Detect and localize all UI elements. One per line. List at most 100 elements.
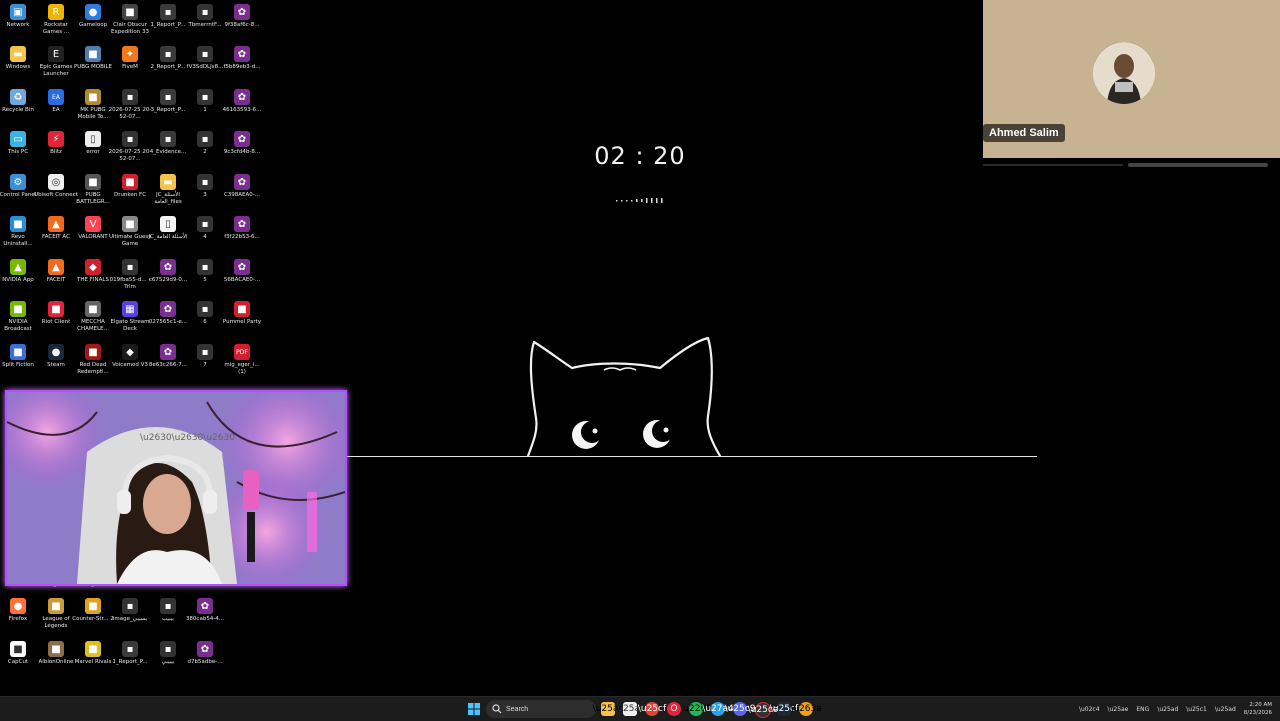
desktop-icon[interactable]: ✦ FiveM [110, 46, 150, 71]
desktop-icon[interactable]: ■ Red Dead Redempti... [73, 344, 113, 376]
desktop-icon-glyph: ▯ [85, 131, 101, 147]
desktop-icon[interactable]: ■ Revo Uninstall... [0, 216, 38, 248]
desktop-icon[interactable]: PDF mig_eger_i... (1) [222, 344, 262, 376]
desktop-icon[interactable]: ■ Pummel Party [222, 301, 262, 326]
chevron-up-icon[interactable]: \u02c4 [1079, 706, 1100, 713]
desktop-icon[interactable]: ◎ Ubisoft Connect [34, 174, 78, 199]
desktop-icon[interactable]: ▲ NVIDIA App [0, 259, 38, 284]
desktop-icon[interactable]: ▪ 2 [185, 131, 225, 156]
desktop-icon[interactable]: ✿ 380cab54-4... [185, 598, 225, 623]
desktop-icon[interactable]: ■ AlbionOnline [36, 641, 76, 666]
desktop-icon[interactable]: ✿ 9f38af6c-8... [222, 4, 262, 29]
steam-icon[interactable]: \u25cf [770, 702, 798, 716]
opera-icon[interactable]: O [667, 702, 681, 716]
desktop-icon[interactable]: ✿ d7b5adbe-... [185, 641, 225, 666]
desktop-icon[interactable]: ▪ fV3SdDLJs8... [185, 46, 225, 71]
desktop-icon[interactable]: ▭ This PC [0, 131, 38, 156]
desktop-icon[interactable]: ▪ 4 [185, 216, 225, 241]
desktop-icon[interactable]: ■ Counter-Str... 2 [72, 598, 114, 623]
desktop-icon[interactable]: ■ Split Fiction [0, 344, 38, 369]
desktop-icon[interactable]: ■ NVIDIA Broadcast [0, 301, 38, 333]
desktop-icon[interactable]: ✿ 56BACAE0-... [222, 259, 262, 284]
desktop-icon[interactable]: ■ MK PUBG Mobile To... [73, 89, 113, 121]
desktop-icon[interactable]: ✿ 8e63c266-7... [148, 344, 188, 369]
desktop-icon[interactable]: ● Steam [36, 344, 76, 369]
desktop-icon[interactable]: ▪ بيبيبي [148, 641, 188, 666]
desktop-icon[interactable]: ⚙ Control Panel [0, 174, 38, 199]
store-icon[interactable]: \u25a6 [614, 702, 646, 716]
desktop-icon[interactable]: ✿ f5b89eb3-d... [222, 46, 262, 71]
desktop-icon[interactable]: ▪ 1_Report_P... [110, 641, 150, 666]
desktop-icon-glyph: ▪ [160, 131, 176, 147]
desktop-icon[interactable]: E Epic Games Launcher [36, 46, 76, 78]
spotify-icon[interactable]: \u2261 [680, 702, 712, 716]
desktop-icon[interactable]: ▪ 3 [185, 174, 225, 199]
desktop-icon[interactable]: ■ Drunken FC [110, 174, 150, 199]
desktop-icon[interactable]: ■ Ultimate Guess Game [109, 216, 151, 248]
desktop-icon[interactable]: ✿ 027565c1-e... [148, 301, 188, 326]
volume-icon[interactable]: \u25c1 [1186, 706, 1207, 713]
desktop-icon[interactable]: ⚡ Blitz [36, 131, 76, 156]
obs-icon[interactable]: \u25ce [748, 702, 778, 718]
desktop-icon[interactable]: ▬ Windows [0, 46, 38, 71]
desktop-icon[interactable]: ✿ c67529d9-0... [148, 259, 188, 284]
taskbar-search[interactable]: Search [486, 700, 596, 718]
desktop-icon[interactable]: ▪ 7 [185, 344, 225, 369]
desktop-icon[interactable]: ▲ FACEIT [36, 259, 76, 284]
desktop-icon-glyph: ■ [122, 174, 138, 190]
desktop-icon[interactable]: ▯ error [73, 131, 113, 156]
taskbar-clock[interactable]: 2:20 AM 8/23/2026 [1244, 701, 1272, 717]
desktop-icon[interactable]: ▪ بيبيب [148, 598, 188, 623]
desktop-icon[interactable]: ▪ 4_Evidence... [148, 131, 188, 156]
desktop-icon[interactable]: ▪ 2026-07-25 20-52-07... [109, 131, 151, 163]
desktop-icon[interactable]: ■ MECCHA CHAMELE... [73, 301, 113, 333]
desktop-icon[interactable]: V VALORANT [73, 216, 113, 241]
desktop-icon-glyph: ▪ [160, 89, 176, 105]
desktop-icon[interactable]: ◆ THE FINALS [73, 259, 113, 284]
cat-illustration [526, 336, 722, 458]
desktop-icon[interactable]: ▪ 2_Report_P... [148, 46, 188, 71]
desktop-icon[interactable]: ▪ 6 [185, 301, 225, 326]
desktop-icon[interactable]: ✿ f3f22b53-6... [222, 216, 262, 241]
desktop-icon[interactable]: ■ PUBG BATTLEGR... [73, 174, 113, 206]
desktop-icon[interactable]: ■ Marvel Rivals [73, 641, 113, 666]
desktop-icon[interactable]: ✿ C398AEA0-... [222, 174, 262, 199]
game-app-icon[interactable]: \u263a [790, 702, 822, 716]
desktop-icon[interactable]: ▪ 2026-07-25 20-52-07... [109, 89, 151, 121]
desktop-icon[interactable]: ▲ FACEIT AC [36, 216, 76, 241]
desktop-icon[interactable]: ♻ Recycle Bin [0, 89, 38, 114]
desktop-icon[interactable]: ■ League of Legends [36, 598, 76, 630]
telegram-icon[interactable]: \u27a4 [702, 702, 734, 716]
desktop-icon[interactable]: ▬ JC_الأسئلة العامة_files [148, 174, 188, 206]
discord-icon[interactable]: \u25c9 [725, 702, 755, 716]
desktop-icon[interactable]: ▪ 3_Report_P... [148, 89, 188, 114]
desktop-icon-glyph: ✿ [160, 344, 176, 360]
desktop-icon[interactable]: ▪ 1 [185, 89, 225, 114]
desktop-icon[interactable]: R Rockstar Games ... [36, 4, 76, 36]
desktop-icon[interactable]: ✿ 9c3cfd4b-8... [222, 131, 262, 156]
desktop-icon[interactable]: ■ PUBG MOBILE [73, 46, 113, 71]
file-explorer-icon[interactable]: \u25ac [593, 702, 623, 716]
desktop-icon[interactable]: ▪ 5 [185, 259, 225, 284]
desktop-icon[interactable]: ● Firefox [0, 598, 38, 623]
desktop-icon[interactable]: ▣ Network [0, 4, 38, 29]
desktop-icon[interactable]: ■ Riot Client [36, 301, 76, 326]
desktop-icon[interactable]: ■ Clair Obscur Expedition 33 [110, 4, 150, 36]
desktop-icon[interactable]: ▪ TbmerrntF... [185, 4, 225, 29]
desktop-icon[interactable]: ▪ 1_Report_P... [148, 4, 188, 29]
start-button[interactable] [467, 702, 481, 716]
desktop-icon[interactable]: ▪ image_بسيبي [110, 598, 150, 623]
battery-icon[interactable]: \u25ad [1215, 706, 1236, 713]
microphone-icon[interactable]: \u25ae [1108, 706, 1129, 713]
desktop-icon[interactable]: ✿ 46163593-6... [222, 89, 262, 114]
desktop-icon[interactable]: ■ CapCut [0, 641, 38, 666]
desktop-icon[interactable]: ◆ Voicemod V3 [110, 344, 150, 369]
desktop-icon[interactable]: EA EA [36, 89, 76, 114]
network-icon[interactable]: \u25ad [1157, 706, 1178, 713]
desktop-icon[interactable]: ▦ Elgato Stream Deck [110, 301, 150, 333]
desktop-icon[interactable]: ▯ JC_الأسئلة العامة [148, 216, 188, 241]
desktop-icon[interactable]: ● Gameloop [73, 4, 113, 29]
language-indicator[interactable]: ENG [1136, 706, 1149, 713]
desktop-icon[interactable]: ▪ 019fba55-d... - Trim [110, 259, 150, 291]
chrome-icon[interactable]: \u25cf [638, 702, 666, 716]
